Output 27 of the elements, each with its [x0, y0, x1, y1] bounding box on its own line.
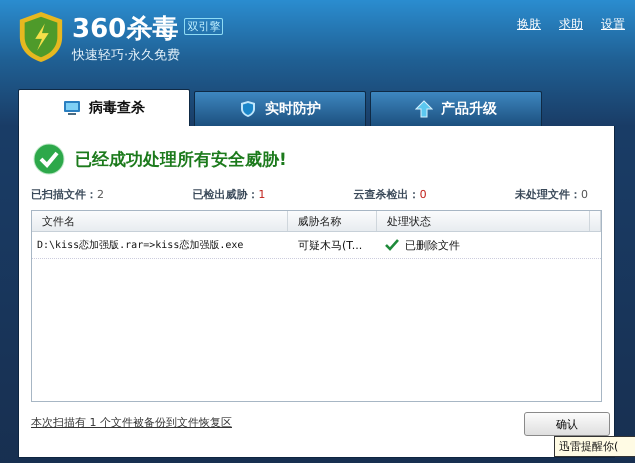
table-cell-text: D:\kiss恋加强版.rar=>kiss恋加强版.exe: [36, 238, 244, 252]
monitor-icon: [63, 99, 81, 117]
tab[interactable]: 实时防护: [194, 91, 366, 126]
stat-text: 云查杀检出：0: [354, 187, 427, 202]
tooltip: 迅雷提醒你(: [554, 436, 635, 457]
column-header[interactable]: 处理状态: [376, 211, 590, 231]
brand-name: 360杀毒: [72, 14, 178, 44]
header-link[interactable]: 设置: [601, 16, 625, 33]
table-cell: 已删除文件: [405, 238, 460, 252]
tab[interactable]: 产品升级: [370, 91, 542, 126]
shield-icon: [239, 100, 257, 118]
stat-text: 已检出威胁：1: [192, 187, 266, 202]
header-link[interactable]: 换肤: [517, 16, 541, 33]
stat-text: 未处理文件：0: [514, 187, 588, 202]
stat-text: 已扫描文件：2: [31, 187, 104, 202]
header-link[interactable]: 求助: [559, 16, 583, 33]
table-cell-text: 可疑木马(T...: [297, 238, 364, 252]
tab[interactable]: 病毒查杀: [18, 89, 190, 126]
engine-badge: 双引擎: [184, 18, 224, 35]
column-header[interactable]: 文件名: [32, 211, 288, 231]
backup-link[interactable]: 本次扫描有 1 个文件被备份到文件恢复区: [31, 414, 232, 430]
up-arrow-icon: [415, 100, 433, 118]
result-message: 已经成功处理所有安全威胁!: [75, 148, 287, 170]
success-check-icon: [33, 143, 65, 175]
slogan: 快速轻巧·永久免费: [72, 47, 182, 64]
confirm-button[interactable]: 确认: [524, 412, 610, 436]
column-header[interactable]: 威胁名称: [288, 211, 377, 231]
